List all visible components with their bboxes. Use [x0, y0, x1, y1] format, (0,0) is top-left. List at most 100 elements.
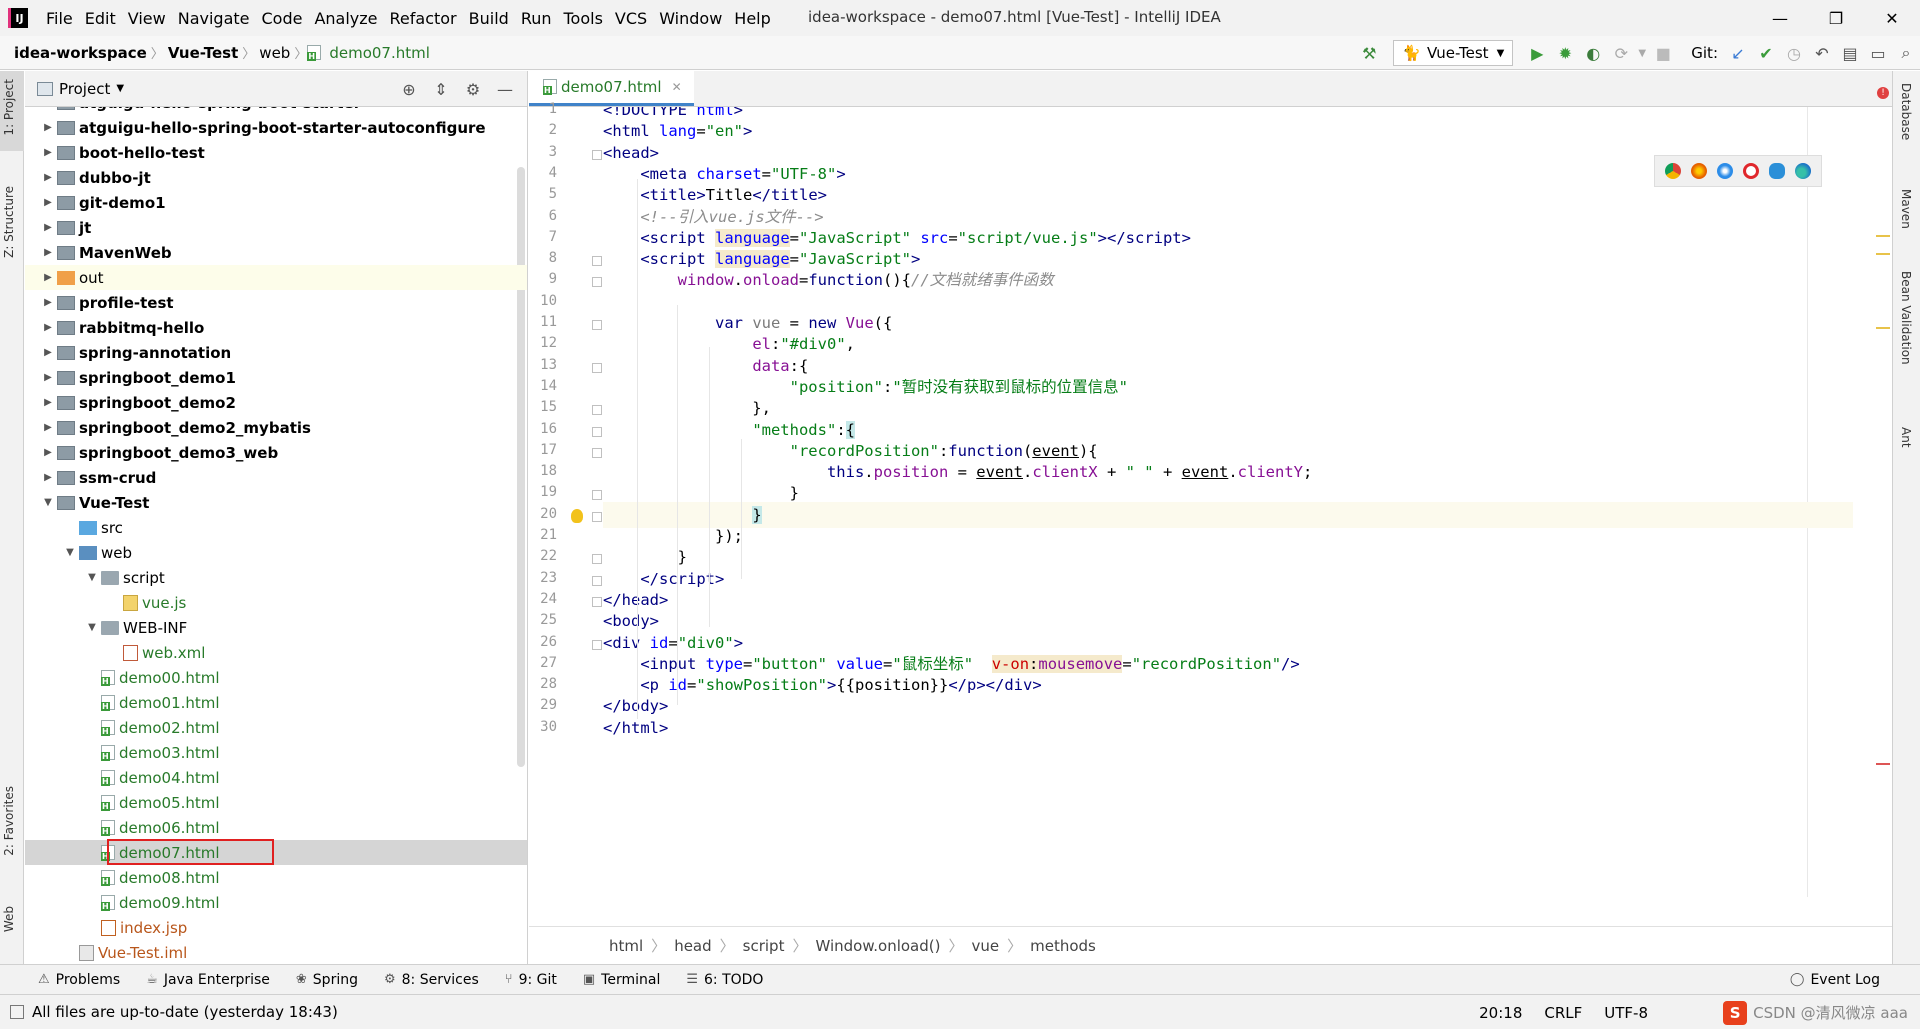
tree-node[interactable]: ▶ profile-test: [25, 290, 527, 315]
warning-mark[interactable]: [1876, 327, 1890, 329]
tree-node[interactable]: demo09.html: [25, 890, 527, 915]
safari-icon[interactable]: [1712, 160, 1738, 182]
warning-mark[interactable]: [1876, 235, 1890, 237]
editor-breadcrumb-item[interactable]: methods: [1030, 937, 1096, 955]
chevron-right-icon[interactable]: ▶: [39, 322, 57, 333]
presentation-icon[interactable]: ▭: [1864, 39, 1892, 67]
menu-build[interactable]: Build: [463, 9, 515, 28]
tool-todo[interactable]: ☰ 6: TODO: [686, 972, 763, 988]
file-encoding[interactable]: UTF-8: [1604, 1004, 1648, 1022]
fold-marker-icon[interactable]: [592, 554, 602, 565]
tree-node[interactable]: Vue-Test.iml: [25, 940, 527, 964]
code-area[interactable]: <!DOCTYPE html> <html lang="en"> <head> <m…: [603, 107, 1853, 897]
menu-vcs[interactable]: VCS: [609, 9, 653, 28]
menu-file[interactable]: File: [40, 9, 79, 28]
editor-breadcrumb-item[interactable]: Window.onload(): [815, 937, 940, 955]
chevron-right-icon[interactable]: ▶: [39, 397, 57, 408]
menu-run[interactable]: Run: [515, 9, 558, 28]
chrome-icon[interactable]: [1660, 160, 1686, 182]
warning-mark[interactable]: [1876, 253, 1890, 255]
editor-breadcrumb-item[interactable]: script: [743, 937, 785, 955]
git-update-icon[interactable]: ↙: [1724, 39, 1752, 67]
chevron-right-icon[interactable]: ▶: [39, 222, 57, 233]
tree-node[interactable]: ▶ atguigu-hello-spring-boot-starter: [25, 107, 527, 115]
debug-icon[interactable]: ✹: [1551, 39, 1579, 67]
edge-icon[interactable]: [1790, 160, 1816, 182]
internet-explorer-icon[interactable]: [1764, 160, 1790, 182]
tool-tab-ant[interactable]: Ant: [1899, 427, 1913, 448]
tree-node[interactable]: ▶ ssm-crud: [25, 465, 527, 490]
menu-help[interactable]: Help: [728, 9, 776, 28]
tree-node[interactable]: ▶ dubbo-jt: [25, 165, 527, 190]
tool-git[interactable]: ⑂ 9: Git: [505, 972, 557, 988]
tree-node[interactable]: ▶ springboot_demo2_mybatis: [25, 415, 527, 440]
tool-tab-maven[interactable]: Maven: [1899, 189, 1913, 229]
tool-tab-bean-validation[interactable]: Bean Validation: [1899, 271, 1913, 365]
build-hammer-icon[interactable]: ⚒: [1355, 39, 1383, 67]
tree-node[interactable]: ▶ out: [25, 265, 527, 290]
tree-node[interactable]: index.jsp: [25, 915, 527, 940]
maximize-button[interactable]: ❐: [1808, 0, 1864, 36]
chevron-down-icon[interactable]: ▼: [61, 547, 79, 558]
fold-marker-icon[interactable]: [592, 320, 602, 330]
editor-breadcrumb-item[interactable]: head: [674, 937, 711, 955]
tool-event-log[interactable]: ◯ Event Log: [1790, 972, 1880, 988]
breadcrumb-file[interactable]: demo07.html: [325, 44, 434, 62]
error-indicator-icon[interactable]: !: [1877, 87, 1889, 99]
fold-marker-icon[interactable]: [592, 447, 602, 458]
chevron-right-icon[interactable]: ▶: [39, 472, 57, 483]
opera-icon[interactable]: [1738, 160, 1764, 182]
tree-node[interactable]: ▶ rabbitmq-hello: [25, 315, 527, 340]
tool-services[interactable]: ⚙ 8: Services: [384, 972, 479, 988]
project-structure-icon[interactable]: ▤: [1836, 39, 1864, 67]
tree-node[interactable]: vue.js: [25, 590, 527, 615]
tool-terminal[interactable]: ▣ Terminal: [583, 972, 660, 988]
code-line[interactable]: </html>: [603, 715, 1853, 741]
tool-tab-database[interactable]: Database: [1899, 83, 1913, 140]
tree-node[interactable]: demo06.html: [25, 815, 527, 840]
tool-problems[interactable]: ⚠ Problems: [38, 972, 120, 988]
error-mark[interactable]: [1876, 763, 1890, 765]
tool-tab-favorites[interactable]: 2: Favorites: [2, 786, 16, 856]
tree-node[interactable]: ▶ springboot_demo3_web: [25, 440, 527, 465]
chevron-right-icon[interactable]: ▶: [39, 107, 57, 108]
fold-marker-icon[interactable]: [592, 426, 602, 437]
chevron-down-icon[interactable]: ▼: [39, 497, 57, 508]
fold-marker-icon[interactable]: [592, 149, 602, 160]
editor-breadcrumb-item[interactable]: vue: [971, 937, 999, 955]
menu-window[interactable]: Window: [653, 9, 728, 28]
lightbulb-icon[interactable]: [571, 508, 583, 523]
caret-position[interactable]: 20:18: [1479, 1004, 1522, 1022]
status-toggle-icon[interactable]: [10, 1005, 24, 1019]
chevron-right-icon[interactable]: ▶: [39, 422, 57, 433]
chevron-right-icon[interactable]: ▶: [39, 122, 57, 133]
tree-node[interactable]: ▼ WEB-INF: [25, 615, 527, 640]
menu-view[interactable]: View: [122, 9, 172, 28]
fold-marker-icon[interactable]: [592, 575, 602, 586]
tree-node[interactable]: demo02.html: [25, 715, 527, 740]
tool-java-enterprise[interactable]: ☕ Java Enterprise: [146, 972, 270, 988]
fold-marker-icon[interactable]: [592, 362, 602, 373]
tree-node[interactable]: demo04.html: [25, 765, 527, 790]
fold-marker-icon[interactable]: [592, 490, 602, 501]
menu-tools[interactable]: Tools: [558, 9, 609, 28]
fold-marker-icon[interactable]: [592, 511, 602, 522]
firefox-icon[interactable]: [1686, 160, 1712, 182]
tree-node[interactable]: demo07.html: [25, 840, 527, 865]
fold-marker-icon[interactable]: [592, 405, 602, 416]
editor-breadcrumb-item[interactable]: html: [609, 937, 643, 955]
chevron-down-icon[interactable]: ▼: [1635, 39, 1649, 67]
tree-node[interactable]: ▼ script: [25, 565, 527, 590]
fold-marker-icon[interactable]: [592, 277, 602, 288]
collapse-all-icon[interactable]: ⇕: [425, 80, 457, 99]
chevron-right-icon[interactable]: ▶: [39, 372, 57, 383]
menu-edit[interactable]: Edit: [79, 9, 122, 28]
chevron-down-icon[interactable]: ▼: [83, 572, 101, 583]
menu-navigate[interactable]: Navigate: [172, 9, 256, 28]
chevron-right-icon[interactable]: ▶: [39, 147, 57, 158]
tool-tab-web[interactable]: Web: [2, 906, 16, 932]
profile-icon[interactable]: ⟳: [1607, 39, 1635, 67]
tree-node[interactable]: demo00.html: [25, 665, 527, 690]
coverage-icon[interactable]: ◐: [1579, 39, 1607, 67]
tree-node[interactable]: demo05.html: [25, 790, 527, 815]
